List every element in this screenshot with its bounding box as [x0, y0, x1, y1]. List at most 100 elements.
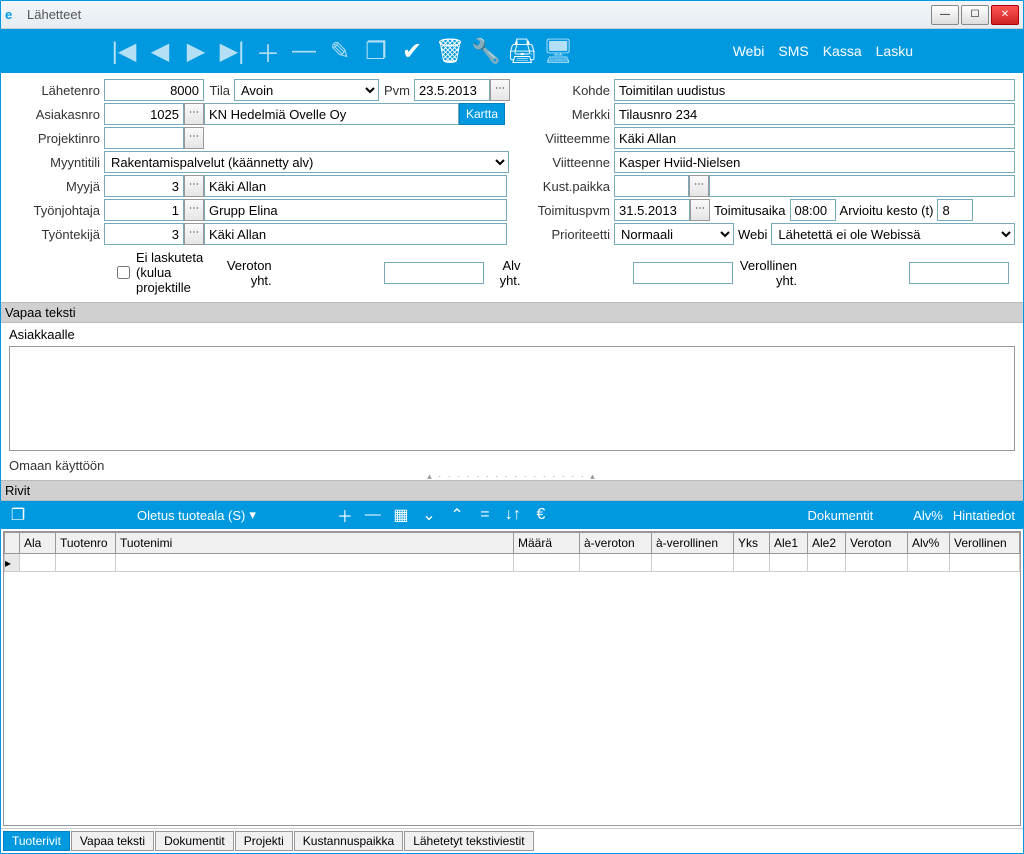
- chevron-down-icon: ▾: [249, 507, 256, 523]
- kartta-button[interactable]: Kartta: [459, 103, 505, 125]
- next-icon[interactable]: ▶: [183, 37, 209, 66]
- dokumentit-link[interactable]: Dokumentit: [807, 508, 873, 523]
- myyja-nro-input[interactable]: [104, 175, 184, 197]
- col-alv[interactable]: Alv%: [908, 533, 950, 554]
- col-veroton[interactable]: Veroton: [846, 533, 908, 554]
- tyontekija-picker[interactable]: ⋯: [184, 223, 204, 245]
- first-icon[interactable]: |◀: [111, 37, 137, 66]
- col-a-veroton[interactable]: à-veroton: [580, 533, 652, 554]
- hintatiedot-link[interactable]: Hintatiedot: [953, 508, 1015, 523]
- copy-icon[interactable]: ❐: [363, 37, 389, 66]
- asiakasnro-picker[interactable]: ⋯: [184, 103, 204, 125]
- asiakasnro-input[interactable]: [104, 103, 184, 125]
- plus-icon[interactable]: ＋: [255, 34, 281, 69]
- viitteenne-input[interactable]: [614, 151, 1015, 173]
- table-row[interactable]: ▸: [5, 554, 1020, 572]
- tool-icon[interactable]: 🔧: [471, 37, 497, 66]
- col-ale1[interactable]: Ale1: [770, 533, 808, 554]
- sms-link[interactable]: SMS: [778, 43, 808, 59]
- arvioitu-input[interactable]: [937, 199, 973, 221]
- toimituspvm-input[interactable]: [614, 199, 690, 221]
- tila-select[interactable]: Avoin: [234, 79, 379, 101]
- prev-icon[interactable]: ◀: [147, 37, 173, 66]
- rivit-header: Rivit: [1, 480, 1023, 501]
- col-tuotenimi[interactable]: Tuotenimi: [116, 533, 514, 554]
- lahetenro-input[interactable]: [104, 79, 204, 101]
- equals-icon[interactable]: =: [476, 506, 494, 524]
- edit-icon[interactable]: ✎: [327, 37, 353, 66]
- rows-table[interactable]: Ala Tuotenro Tuotenimi Määrä à-veroton à…: [4, 532, 1020, 572]
- tab-kustannuspaikka[interactable]: Kustannuspaikka: [294, 831, 403, 851]
- col-a-verollinen[interactable]: à-verollinen: [652, 533, 734, 554]
- webi-link[interactable]: Webi: [733, 43, 765, 59]
- tyonjohtaja-nro-input[interactable]: [104, 199, 184, 221]
- col-verollinen[interactable]: Verollinen: [950, 533, 1020, 554]
- print-icon[interactable]: 🖨: [507, 37, 533, 66]
- kustpaikka-name-input[interactable]: [709, 175, 1015, 197]
- projektinro-input[interactable]: [104, 127, 184, 149]
- kohde-input[interactable]: [614, 79, 1015, 101]
- veroton-label: Veroton yht.: [227, 258, 276, 288]
- kassa-link[interactable]: Kassa: [823, 43, 862, 59]
- myyja-name-input[interactable]: [204, 175, 507, 197]
- last-icon[interactable]: ▶|: [219, 37, 245, 66]
- tyontekija-nro-input[interactable]: [104, 223, 184, 245]
- up-icon[interactable]: ⌃: [448, 505, 466, 525]
- screen-icon[interactable]: 🖥: [543, 37, 569, 66]
- maximize-button[interactable]: ☐: [961, 5, 989, 25]
- check-icon[interactable]: ✔: [399, 37, 425, 66]
- viitteemme-input[interactable]: [614, 127, 1015, 149]
- tab-lahetetyt[interactable]: Lähetetyt tekstiviestit: [404, 831, 533, 851]
- toimituspvm-picker[interactable]: ⋯: [690, 199, 710, 221]
- col-ale2[interactable]: Ale2: [808, 533, 846, 554]
- ei-laskuteta-checkbox[interactable]: [117, 266, 130, 279]
- col-yks[interactable]: Yks: [734, 533, 770, 554]
- projektinro-picker[interactable]: ⋯: [184, 127, 204, 149]
- merkki-input[interactable]: [614, 103, 1015, 125]
- asiakkaalle-textarea[interactable]: [9, 346, 1015, 451]
- doc-icon[interactable]: ▦: [392, 505, 410, 525]
- prioriteetti-select[interactable]: Normaali: [614, 223, 734, 245]
- oletus-dropdown[interactable]: Oletus tuoteala (S) ▾: [137, 507, 256, 523]
- tab-vapaa-teksti[interactable]: Vapaa teksti: [71, 831, 154, 851]
- lasku-link[interactable]: Lasku: [876, 43, 913, 59]
- kustpaikka-input[interactable]: [614, 175, 689, 197]
- alv-link[interactable]: Alv%: [913, 508, 943, 523]
- verollinen-input[interactable]: [909, 262, 1009, 284]
- ei-laskuteta-label: Ei laskuteta (kulua projektille: [136, 250, 227, 295]
- tab-dokumentit[interactable]: Dokumentit: [155, 831, 234, 851]
- close-button[interactable]: ✕: [991, 5, 1019, 25]
- add-row-icon[interactable]: ＋: [336, 503, 354, 527]
- myyntitili-label: Myyntitili: [9, 155, 104, 170]
- sort-icon[interactable]: ↓↑: [504, 506, 522, 524]
- kustpaikka-picker[interactable]: ⋯: [689, 175, 709, 197]
- tyontekija-name-input[interactable]: [204, 223, 507, 245]
- toimituspvm-label: Toimituspvm: [519, 203, 614, 218]
- myyja-picker[interactable]: ⋯: [184, 175, 204, 197]
- remove-row-icon[interactable]: —: [364, 506, 382, 524]
- pvm-input[interactable]: [414, 79, 490, 101]
- tab-tuoterivit[interactable]: Tuoterivit: [3, 831, 70, 851]
- window-icon[interactable]: ❐: [9, 505, 27, 525]
- kustpaikka-label: Kust.paikka: [519, 179, 614, 194]
- tyonjohtaja-picker[interactable]: ⋯: [184, 199, 204, 221]
- tab-projekti[interactable]: Projekti: [235, 831, 293, 851]
- alv-input[interactable]: [633, 262, 733, 284]
- minus-icon[interactable]: —: [291, 37, 317, 65]
- asiakas-name-input[interactable]: [204, 103, 459, 125]
- toimitusaika-input[interactable]: [790, 199, 836, 221]
- minimize-button[interactable]: —: [931, 5, 959, 25]
- webi-select[interactable]: Lähetettä ei ole Webissä: [771, 223, 1015, 245]
- trash-icon[interactable]: 🗑: [435, 37, 461, 66]
- col-ala[interactable]: Ala: [20, 533, 56, 554]
- col-maara[interactable]: Määrä: [514, 533, 580, 554]
- tila-label: Tila: [204, 83, 234, 98]
- myyntitili-select[interactable]: Rakentamispalvelut (käännetty alv): [104, 151, 509, 173]
- col-tuotenro[interactable]: Tuotenro: [56, 533, 116, 554]
- euro-icon[interactable]: €: [532, 506, 550, 524]
- tyonjohtaja-name-input[interactable]: [204, 199, 507, 221]
- splitter[interactable]: ▴ · · · · · · · · · · · · · · · · ▴: [1, 473, 1023, 480]
- veroton-input[interactable]: [384, 262, 484, 284]
- pvm-picker[interactable]: ⋯: [490, 79, 510, 101]
- down-icon[interactable]: ⌄: [420, 505, 438, 525]
